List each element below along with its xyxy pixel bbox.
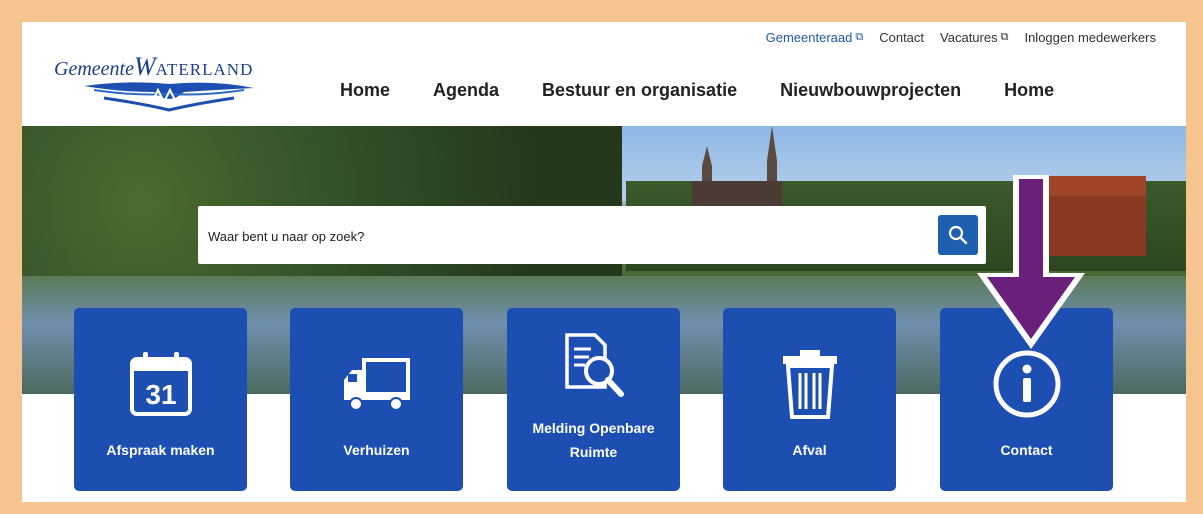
nav-item-agenda[interactable]: Agenda — [433, 80, 499, 101]
top-utility-links: Gemeenteraad ⧉ Contact Vacatures ⧉ Inlogge… — [766, 30, 1156, 45]
annotation-arrow-down — [977, 175, 1085, 349]
search-button[interactable] — [938, 215, 978, 255]
main-navigation: Home Agenda Bestuur en organisatie Nieuw… — [340, 80, 1054, 101]
external-link-icon: ⧉ — [855, 31, 864, 43]
external-link-icon: ⧉ — [1000, 31, 1009, 43]
tile-label: Verhuizen — [343, 442, 410, 458]
info-icon — [940, 348, 1113, 420]
nav-item-home[interactable]: Home — [340, 80, 390, 101]
tile-label: Contact — [1000, 442, 1053, 458]
truck-icon — [290, 348, 463, 420]
nav-item-bestuur-en-organisatie[interactable]: Bestuur en organisatie — [542, 80, 737, 101]
link-inloggen-label: Inloggen medewerkers — [1024, 30, 1156, 45]
screenshot-frame: GemeenteWATERLAND Gemeenteraad ⧉ Contact … — [0, 0, 1203, 514]
search-input[interactable] — [206, 224, 930, 248]
link-inloggen-medewerkers[interactable]: Inloggen medewerkers — [1024, 30, 1156, 45]
nav-item-home-2[interactable]: Home — [1004, 80, 1054, 101]
search-icon — [948, 225, 968, 245]
nav-item-nieuwbouwprojecten[interactable]: Nieuwbouwprojecten — [780, 80, 961, 101]
link-vacatures-label: Vacatures — [940, 30, 998, 45]
calendar-day-number: 31 — [145, 379, 176, 410]
site-header: GemeenteWATERLAND Gemeenteraad ⧉ Contact … — [22, 22, 1186, 126]
church-silhouette — [692, 126, 782, 206]
tile-afspraak-maken[interactable]: 31 Afspraak maken — [74, 308, 247, 491]
link-gemeenteraad-label: Gemeenteraad — [765, 30, 853, 45]
document-search-icon — [507, 330, 680, 402]
website-page: GemeenteWATERLAND Gemeenteraad ⧉ Contact … — [22, 22, 1186, 502]
tile-label: Afspraak maken — [106, 442, 215, 458]
search-bar — [198, 206, 986, 264]
trash-icon — [723, 348, 896, 420]
tile-label: Melding Openbare Ruimte — [532, 420, 655, 460]
link-gemeenteraad[interactable]: Gemeenteraad ⧉ — [766, 30, 864, 45]
tile-afval[interactable]: Afval — [723, 308, 896, 491]
tile-melding-openbare-ruimte[interactable]: Melding Openbare Ruimte — [507, 308, 680, 491]
logo-water-emblem — [84, 82, 254, 112]
gemeente-waterland-logo[interactable]: GemeenteWATERLAND — [54, 42, 299, 112]
tile-label: Afval — [792, 442, 827, 458]
link-contact-label: Contact — [879, 30, 925, 45]
link-vacatures[interactable]: Vacatures ⧉ — [940, 30, 1008, 45]
link-contact[interactable]: Contact — [879, 30, 924, 45]
calendar-icon: 31 — [74, 348, 247, 420]
tile-verhuizen[interactable]: Verhuizen — [290, 308, 463, 491]
